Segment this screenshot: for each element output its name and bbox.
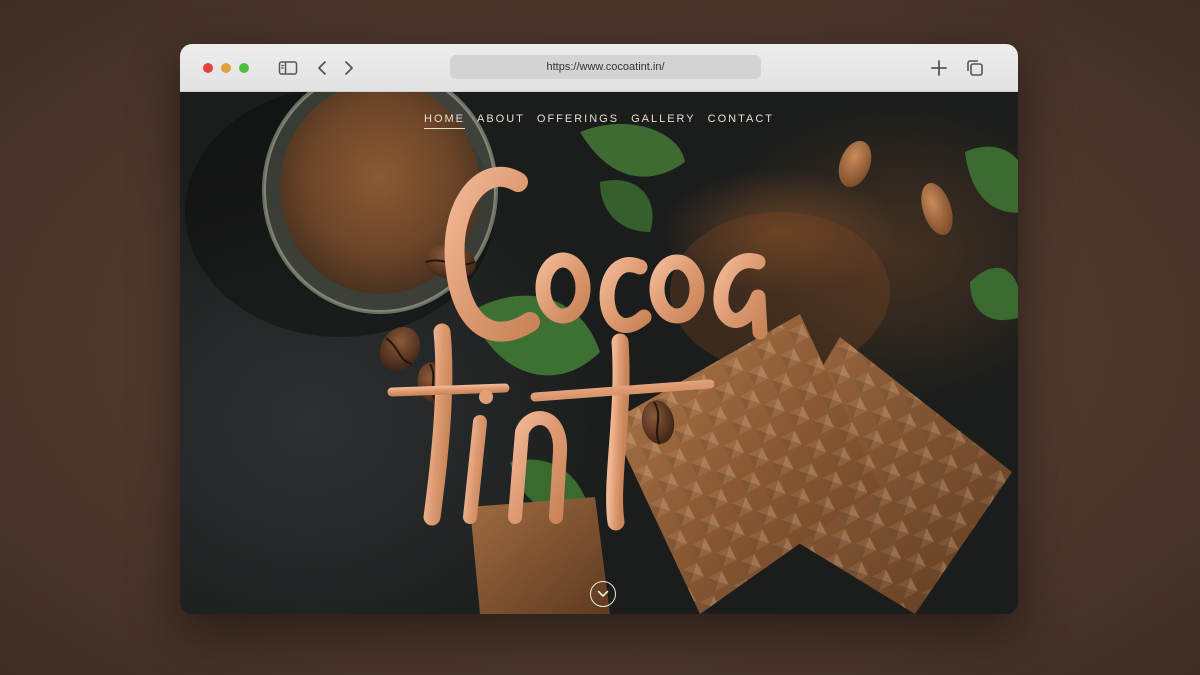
chevron-right-icon[interactable] xyxy=(338,57,360,79)
chevron-left-icon[interactable] xyxy=(311,57,333,79)
hero-section: HOME ABOUT OFFERINGS GALLERY CONTACT xyxy=(180,92,1018,614)
nav-item-home[interactable]: HOME xyxy=(424,113,465,129)
scroll-down-button[interactable] xyxy=(590,581,616,607)
minimize-window-button[interactable] xyxy=(221,63,231,73)
address-bar[interactable]: https://www.cocoatint.in/ xyxy=(450,55,761,79)
main-navigation: HOME ABOUT OFFERINGS GALLERY CONTACT xyxy=(180,113,1018,129)
hero-background-photo xyxy=(185,92,1018,614)
sidebar-toggle-icon[interactable] xyxy=(277,57,299,79)
nav-item-contact[interactable]: CONTACT xyxy=(708,113,774,129)
browser-window: https://www.cocoatint.in/ HOME ABOUT OFF… xyxy=(180,44,1018,614)
nav-item-gallery[interactable]: GALLERY xyxy=(631,113,696,129)
tabs-overview-icon[interactable] xyxy=(964,57,986,79)
maximize-window-button[interactable] xyxy=(239,63,249,73)
plus-icon[interactable] xyxy=(928,57,950,79)
url-text: https://www.cocoatint.in/ xyxy=(546,61,665,73)
browser-toolbar: https://www.cocoatint.in/ xyxy=(180,44,1018,92)
close-window-button[interactable] xyxy=(203,63,213,73)
chevron-down-icon xyxy=(597,590,609,597)
nav-item-offerings[interactable]: OFFERINGS xyxy=(537,113,619,129)
nav-item-about[interactable]: ABOUT xyxy=(477,113,525,129)
